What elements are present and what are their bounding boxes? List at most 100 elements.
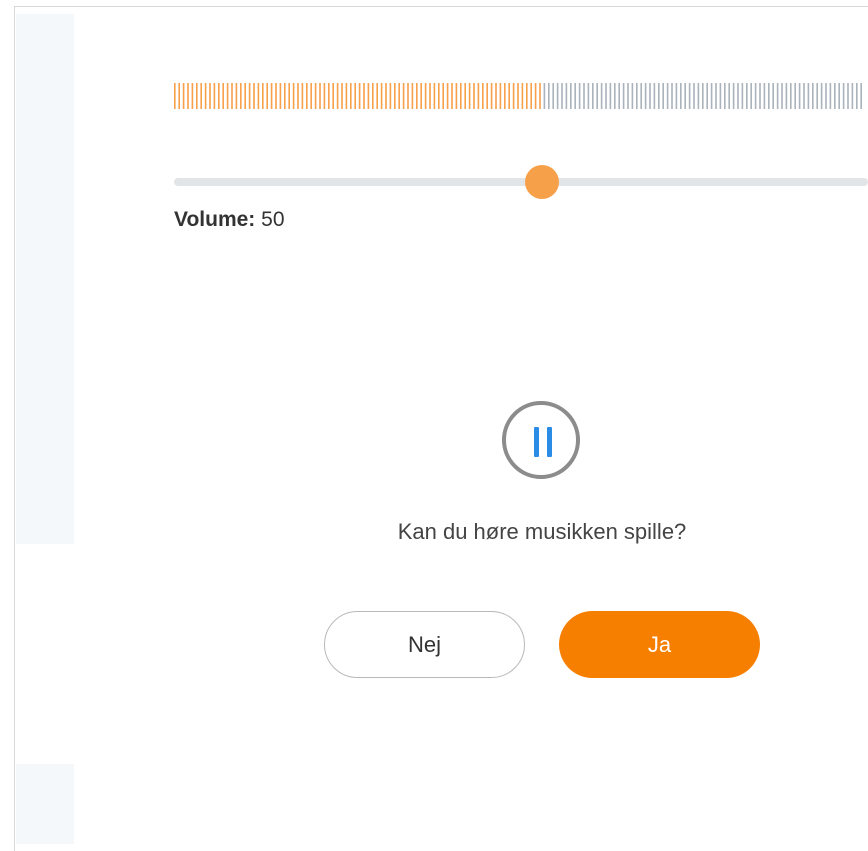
level-bar xyxy=(622,83,625,109)
level-bar xyxy=(759,83,761,109)
level-bar xyxy=(662,83,664,109)
level-bar xyxy=(240,83,242,109)
level-bar xyxy=(398,83,400,109)
level-bar xyxy=(196,83,198,109)
level-bar xyxy=(526,83,528,109)
level-bar xyxy=(790,83,792,109)
level-bar xyxy=(816,83,818,109)
level-bar xyxy=(292,83,295,109)
level-bar xyxy=(517,83,519,109)
level-bar xyxy=(715,83,717,109)
level-bar xyxy=(328,83,330,109)
level-bar xyxy=(174,83,176,109)
level-bar xyxy=(446,83,449,109)
level-bar xyxy=(561,83,563,109)
level-bar xyxy=(508,83,510,109)
level-bar xyxy=(464,83,466,109)
level-bar xyxy=(187,83,189,109)
pause-button[interactable] xyxy=(502,401,580,479)
level-bar xyxy=(737,83,739,109)
level-meter-bars xyxy=(174,83,862,109)
level-bar xyxy=(768,83,770,109)
level-bar xyxy=(627,83,629,109)
playback-question: Kan du høre musikken spille? xyxy=(397,519,687,544)
level-bar xyxy=(200,83,202,109)
level-bar xyxy=(798,83,801,109)
level-bar xyxy=(829,83,832,109)
level-bar xyxy=(209,83,211,109)
level-bar xyxy=(812,83,814,109)
level-bar xyxy=(684,83,686,109)
level-bar xyxy=(600,83,603,109)
volume-slider-thumb[interactable] xyxy=(524,165,559,199)
level-bar xyxy=(182,83,185,109)
level-bar xyxy=(776,83,779,109)
level-bar xyxy=(548,83,550,109)
level-bar xyxy=(675,83,678,109)
level-bar xyxy=(640,83,642,109)
level-bar xyxy=(411,83,414,109)
volume-slider[interactable] xyxy=(174,164,868,200)
level-bar xyxy=(636,83,638,109)
level-bar xyxy=(270,83,273,109)
level-bar xyxy=(649,83,651,109)
level-bar xyxy=(482,83,484,109)
level-bar xyxy=(402,83,405,109)
level-bar xyxy=(433,83,436,109)
level-bar xyxy=(750,83,752,109)
level-bar xyxy=(605,83,607,109)
level-bar xyxy=(820,83,823,109)
level-bar xyxy=(226,83,229,109)
level-bar xyxy=(486,83,488,109)
level-bar xyxy=(231,83,233,109)
audio-level-meter xyxy=(174,83,868,109)
volume-label: Volume: xyxy=(174,208,256,231)
level-bar xyxy=(306,83,308,109)
level-bar xyxy=(213,83,216,109)
level-bar xyxy=(592,83,594,109)
level-bar xyxy=(358,83,361,109)
level-bar xyxy=(556,83,559,109)
level-bar xyxy=(191,83,194,109)
level-bar xyxy=(772,83,774,109)
level-bar xyxy=(442,83,444,109)
level-bar xyxy=(332,83,334,109)
level-bar xyxy=(680,83,682,109)
level-bar xyxy=(504,83,506,109)
level-bar xyxy=(583,83,585,109)
level-bar xyxy=(754,83,757,109)
level-bar xyxy=(297,83,299,109)
level-bar xyxy=(851,83,854,109)
level-bar xyxy=(658,83,660,109)
yes-button[interactable]: Ja xyxy=(559,611,760,678)
no-button[interactable]: Nej xyxy=(324,611,525,678)
level-bar xyxy=(275,83,277,109)
level-bar xyxy=(284,83,286,109)
level-bar xyxy=(341,83,343,109)
level-bar xyxy=(438,83,440,109)
level-bar xyxy=(490,83,493,109)
level-bar xyxy=(385,83,387,109)
level-bar xyxy=(323,83,326,109)
volume-slider-track[interactable] xyxy=(174,178,868,186)
level-bar xyxy=(614,83,616,109)
pause-icon xyxy=(534,427,539,457)
level-bar xyxy=(354,83,356,109)
level-bar xyxy=(363,83,365,109)
volume-readout: Volume: 50 xyxy=(174,208,285,232)
level-bar xyxy=(204,83,207,109)
pause-icon-bar xyxy=(547,427,552,457)
level-bar xyxy=(834,83,836,109)
level-bar xyxy=(803,83,805,109)
level-bar xyxy=(785,83,788,109)
level-bar xyxy=(631,83,634,109)
level-bar xyxy=(587,83,590,109)
level-bar xyxy=(279,83,282,109)
level-bar xyxy=(407,83,409,109)
level-bar xyxy=(842,83,845,109)
level-bar xyxy=(336,83,339,109)
level-bar xyxy=(781,83,783,109)
level-bar xyxy=(455,83,458,109)
level-bar xyxy=(244,83,246,109)
level-bar xyxy=(728,83,730,109)
